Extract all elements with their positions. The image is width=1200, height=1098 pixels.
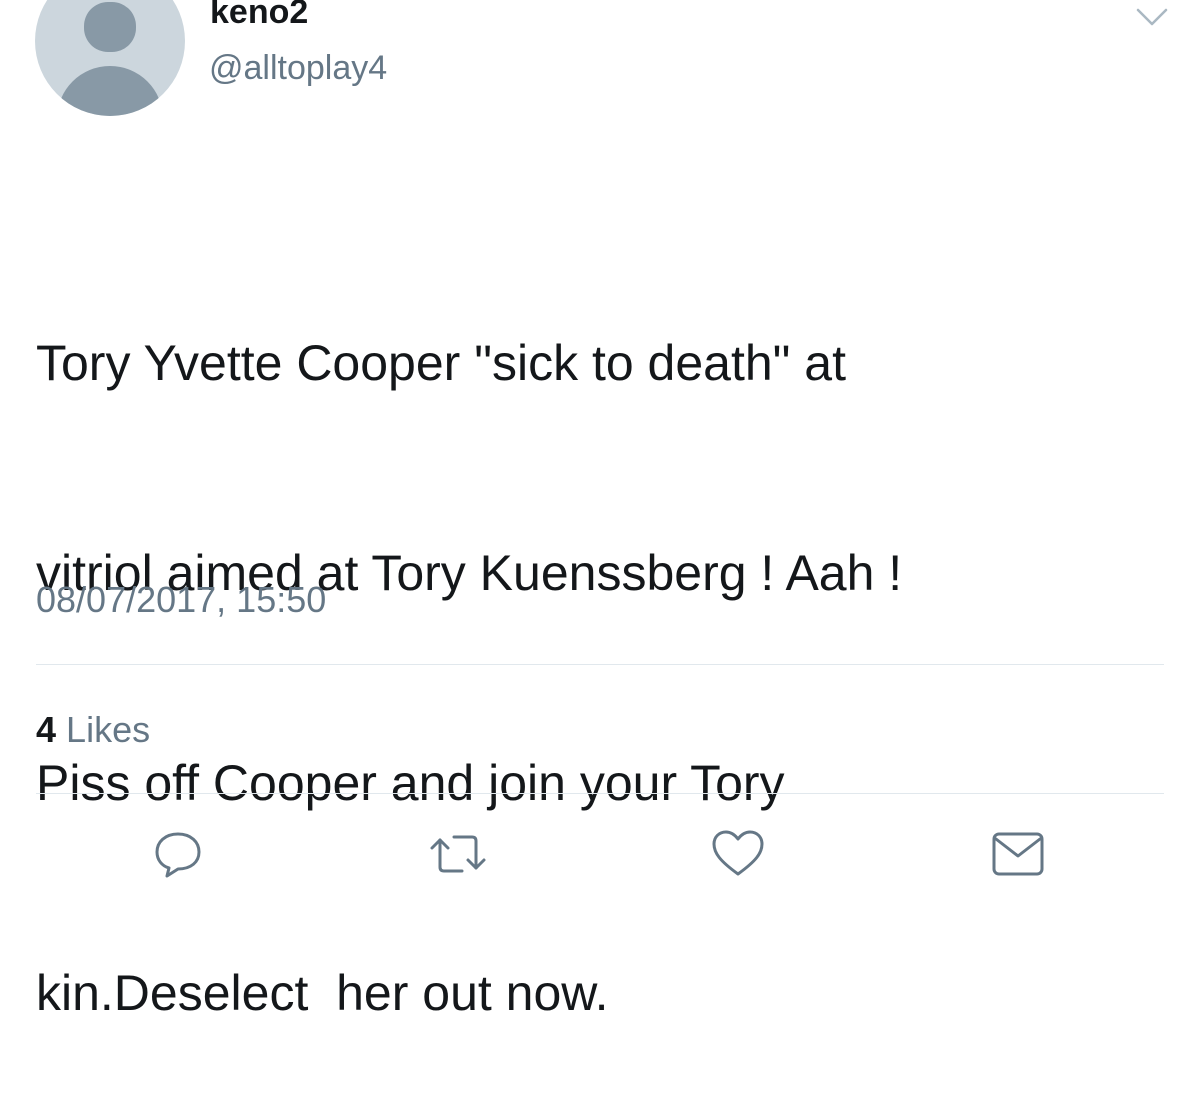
likes-count: 4 <box>36 709 57 750</box>
tweet-text-line: Piss off Cooper and join your Tory <box>36 755 785 811</box>
envelope-icon <box>992 832 1044 876</box>
likes-label: Likes <box>66 709 151 750</box>
reply-button[interactable] <box>148 826 208 882</box>
divider <box>36 793 1164 794</box>
heart-icon <box>712 830 764 876</box>
divider <box>36 664 1164 665</box>
retweet-icon <box>430 835 486 873</box>
like-button[interactable] <box>708 826 768 882</box>
reply-icon <box>155 832 201 878</box>
tweet-text: Tory Yvette Cooper "sick to death" at vi… <box>36 188 1156 1098</box>
retweet-button[interactable] <box>428 826 488 882</box>
avatar-head-shape <box>84 2 136 52</box>
avatar-body-shape <box>57 66 163 116</box>
avatar[interactable] <box>35 0 185 116</box>
tweet-text-line: Tory Yvette Cooper "sick to death" at <box>36 335 847 391</box>
tweet-timestamp: 08/07/2017, 15:50 <box>36 579 327 620</box>
tweet-text-line: kin.Deselect her out now. <box>36 965 609 1021</box>
user-handle[interactable]: @alltoplay4 <box>209 46 387 90</box>
display-name[interactable]: keno2 <box>210 0 308 34</box>
chevron-down-icon[interactable] <box>1132 4 1172 30</box>
likes-stat[interactable]: 4 Likes <box>36 706 150 754</box>
share-button[interactable] <box>988 826 1048 882</box>
